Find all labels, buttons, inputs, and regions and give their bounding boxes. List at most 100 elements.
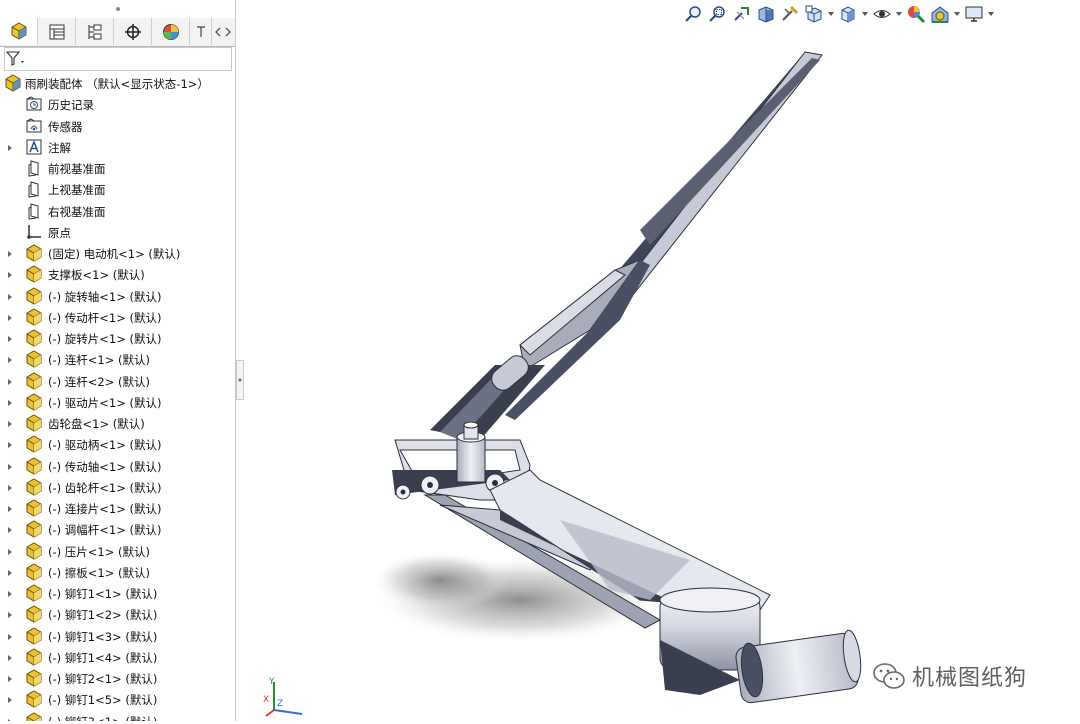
edit-appearance-button[interactable] <box>904 3 928 25</box>
expand-arrow-icon[interactable] <box>6 354 14 364</box>
filter-funnel-icon[interactable] <box>5 50 27 68</box>
part-icon <box>25 711 43 721</box>
expand-arrow-icon[interactable] <box>6 333 14 343</box>
annotation-view-icon <box>782 5 799 21</box>
display-style-button[interactable] <box>836 3 860 25</box>
tree-item[interactable]: 注解 <box>0 137 235 158</box>
tree-item-label: (固定) 电动机<1> (默认) <box>48 247 181 261</box>
section-view-button[interactable] <box>754 3 778 25</box>
sensor-folder-icon <box>25 117 43 135</box>
view-orientation-dropdown[interactable] <box>826 3 836 25</box>
tree-item[interactable]: 上视基准面 <box>0 179 235 200</box>
tab-scroll-arrows[interactable] <box>212 18 234 45</box>
apply-scene-button[interactable] <box>928 3 952 25</box>
apply-scene-dropdown[interactable] <box>952 3 962 25</box>
expand-arrow-icon[interactable] <box>6 524 14 534</box>
tree-item[interactable]: 齿轮盘<1> (默认) <box>0 413 235 434</box>
tree-filter-field[interactable] <box>4 47 232 71</box>
tree-item[interactable]: (-) 驱动柄<1> (默认) <box>0 434 235 455</box>
expand-arrow-icon[interactable] <box>6 312 14 322</box>
expand-arrow-icon[interactable] <box>6 546 14 556</box>
hide-show-items-button[interactable] <box>870 3 894 25</box>
expand-arrow-icon[interactable] <box>6 716 14 721</box>
expand-arrow-icon[interactable] <box>6 461 14 471</box>
tree-item[interactable]: 右视基准面 <box>0 201 235 222</box>
expand-arrow-icon[interactable] <box>6 567 14 577</box>
hide-show-dropdown[interactable] <box>894 3 904 25</box>
expand-arrow-icon[interactable] <box>6 439 14 449</box>
tree-item[interactable]: (-) 铆钉1<4> (默认) <box>0 647 235 668</box>
tree-item[interactable]: (-) 铆钉3<1> (默认) <box>0 711 235 721</box>
view-settings-dropdown[interactable] <box>986 3 996 25</box>
zoom-to-fit-button[interactable] <box>682 3 706 25</box>
tree-item[interactable]: (-) 调幅杆<1> (默认) <box>0 519 235 540</box>
tree-item[interactable]: (-) 铆钉1<3> (默认) <box>0 626 235 647</box>
tree-item[interactable]: (-) 传动杆<1> (默认) <box>0 307 235 328</box>
wiper-assembly-model[interactable] <box>244 28 1080 721</box>
tree-item-label: (-) 调幅杆<1> (默认) <box>48 523 162 538</box>
scene-icon <box>931 6 949 23</box>
expand-arrow-icon[interactable] <box>6 397 14 407</box>
tree-item[interactable]: (-) 旋转轴<1> (默认) <box>0 286 235 307</box>
previous-view-button[interactable] <box>730 3 754 25</box>
tree-item[interactable]: (固定) 电动机<1> (默认) <box>0 243 235 264</box>
expand-arrow-icon[interactable] <box>6 248 14 258</box>
tree-item-label: (-) 铆钉1<3> (默认) <box>48 629 158 644</box>
tree-item[interactable]: 原点 <box>0 222 235 243</box>
tree-item[interactable]: (-) 连杆<1> (默认) <box>0 349 235 370</box>
feature-manager-panel: 雨刷装配体 （默认<显示状态-1>） 历史记录 传感器 注解 前视基准面 上视基准面 右视… <box>0 0 236 721</box>
expand-arrow-icon[interactable] <box>6 631 14 641</box>
tree-item[interactable]: (-) 铆钉1<1> (默认) <box>0 583 235 604</box>
tab-more[interactable] <box>190 18 212 45</box>
expand-arrow-icon[interactable] <box>6 673 14 683</box>
expand-arrow-icon[interactable] <box>6 652 14 662</box>
tree-item-label: 支撑板<1> (默认) <box>48 268 145 283</box>
tree-item[interactable]: (-) 连杆<2> (默认) <box>0 371 235 392</box>
panel-grip[interactable] <box>0 0 235 18</box>
panel-splitter[interactable] <box>236 360 244 400</box>
expand-arrow-icon[interactable] <box>6 269 14 279</box>
tree-item[interactable]: (-) 铆钉1<5> (默认) <box>0 689 235 710</box>
part-icon <box>25 690 43 708</box>
tree-item[interactable]: (-) 擦板<1> (默认) <box>0 562 235 583</box>
tree-item[interactable]: (-) 传动轴<1> (默认) <box>0 456 235 477</box>
tree-item[interactable]: 前视基准面 <box>0 158 235 179</box>
tab-dimxpert-manager[interactable] <box>114 18 152 45</box>
tree-item[interactable]: (-) 齿轮杆<1> (默认) <box>0 477 235 498</box>
display-style-dropdown[interactable] <box>860 3 870 25</box>
expand-arrow-icon[interactable] <box>6 142 14 152</box>
expand-arrow-icon[interactable] <box>6 376 14 386</box>
tree-root-assembly[interactable]: 雨刷装配体 （默认<显示状态-1>） <box>0 73 235 94</box>
tree-item[interactable]: (-) 旋转片<1> (默认) <box>0 328 235 349</box>
zoom-to-area-button[interactable] <box>706 3 730 25</box>
tab-feature-manager[interactable] <box>0 18 38 45</box>
tab-configuration-manager[interactable] <box>76 18 114 45</box>
tree-item[interactable]: (-) 铆钉2<1> (默认) <box>0 668 235 689</box>
tree-item[interactable]: 历史记录 <box>0 94 235 115</box>
expand-arrow-icon[interactable] <box>6 588 14 598</box>
expand-arrow-icon[interactable] <box>6 694 14 704</box>
triad-y-label: Y <box>268 677 275 687</box>
chevron-down-icon <box>954 12 960 16</box>
view-settings-button[interactable] <box>962 3 986 25</box>
tab-display-manager[interactable] <box>152 18 190 45</box>
graphics-viewport[interactable] <box>244 28 1080 721</box>
expand-arrow-icon[interactable] <box>6 291 14 301</box>
tree-item-label: 原点 <box>48 225 71 240</box>
tree-item[interactable]: (-) 驱动片<1> (默认) <box>0 392 235 413</box>
expand-arrow-icon[interactable] <box>6 503 14 513</box>
blade-holder[interactable] <box>505 258 650 420</box>
view-orientation-button[interactable] <box>802 3 826 25</box>
tab-property-manager[interactable] <box>38 18 76 45</box>
tree-item-label: (-) 驱动柄<1> (默认) <box>48 438 162 453</box>
tree-item[interactable]: (-) 连接片<1> (默认) <box>0 498 235 519</box>
expand-arrow-icon[interactable] <box>6 482 14 492</box>
tree-item[interactable]: (-) 铆钉1<2> (默认) <box>0 604 235 625</box>
tree-item[interactable]: 传感器 <box>0 116 235 137</box>
tree-item[interactable]: 支撑板<1> (默认) <box>0 264 235 285</box>
tree-item[interactable]: (-) 压片<1> (默认) <box>0 541 235 562</box>
dynamic-annotation-button[interactable] <box>778 3 802 25</box>
expand-arrow-icon[interactable] <box>6 609 14 619</box>
wechat-icon <box>873 663 905 689</box>
expand-arrow-icon[interactable] <box>6 418 14 428</box>
